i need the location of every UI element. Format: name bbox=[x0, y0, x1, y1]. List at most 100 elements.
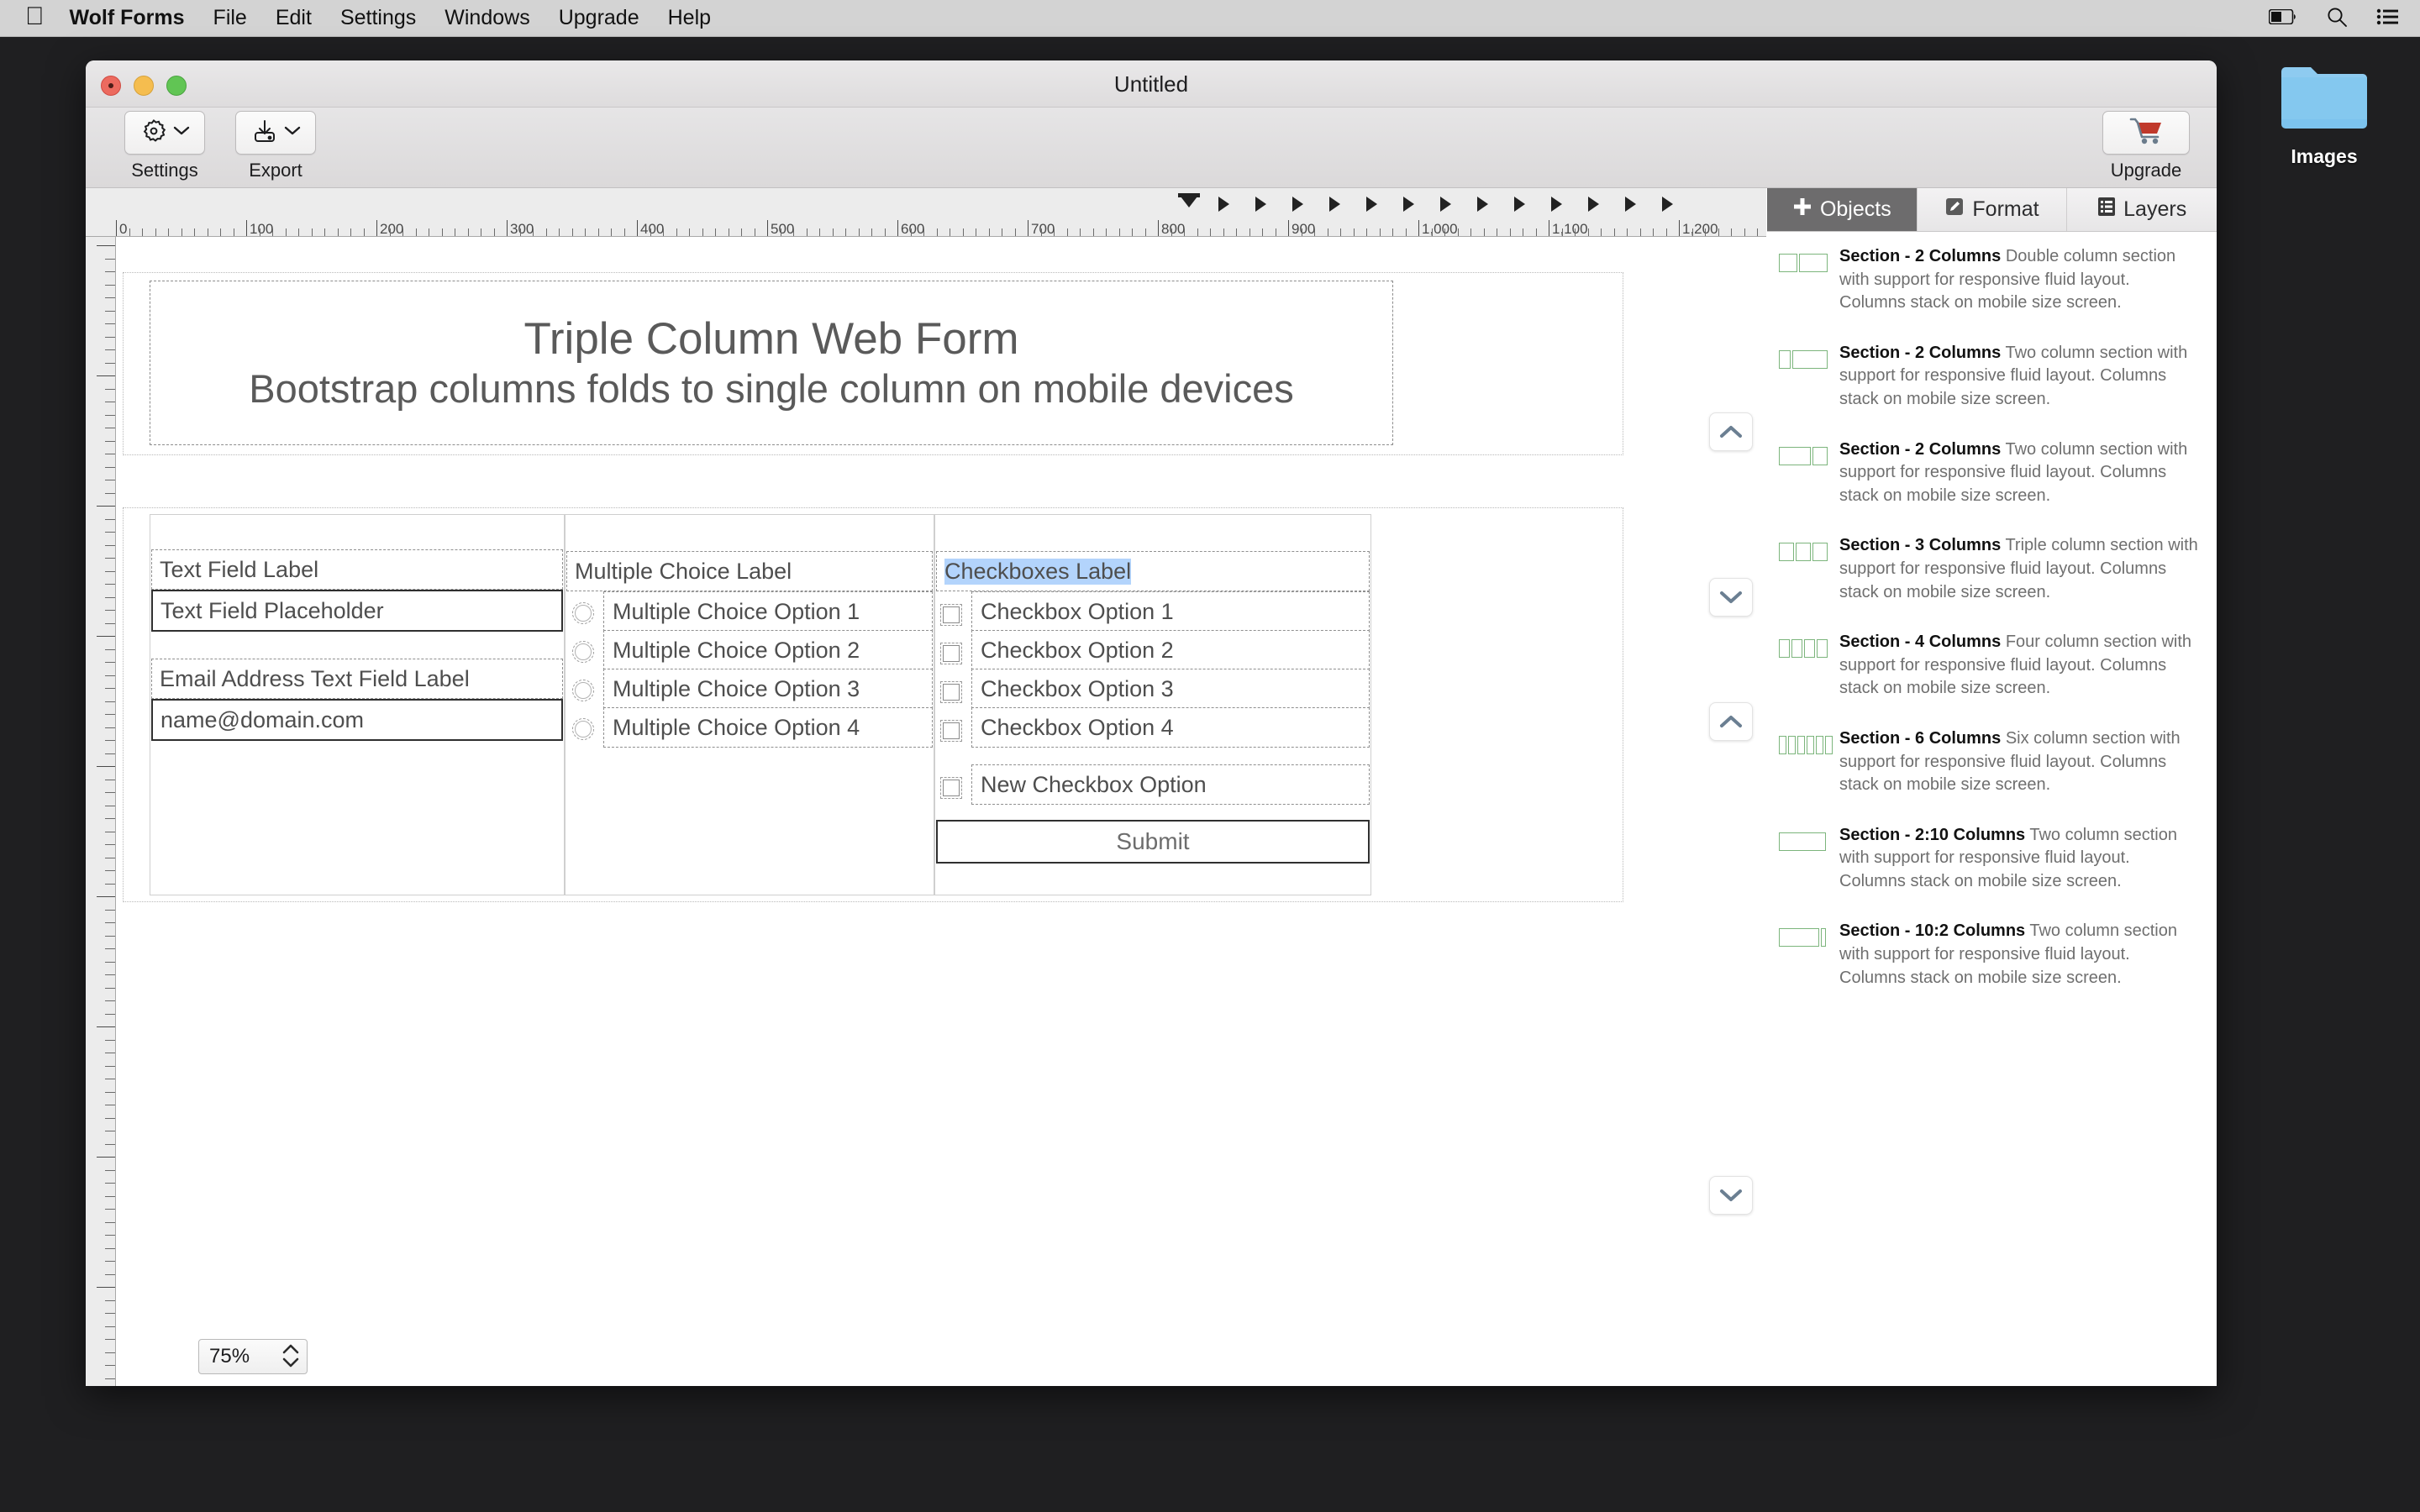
object-library-item[interactable]: Section - 3 Columns Triple column sectio… bbox=[1767, 521, 2217, 617]
battery-icon[interactable] bbox=[2268, 8, 2297, 29]
checkbox-option-3[interactable]: Checkbox Option 3 bbox=[971, 669, 1370, 709]
checkbox-option-1[interactable]: Checkbox Option 1 bbox=[971, 591, 1370, 632]
multiple-choice-group-label[interactable]: Multiple Choice Label bbox=[566, 551, 933, 591]
email-field-label[interactable]: Email Address Text Field Label bbox=[151, 659, 563, 699]
checkbox-3[interactable] bbox=[940, 681, 962, 703]
menu-item-file[interactable]: File bbox=[213, 6, 247, 30]
tab-format[interactable]: Format bbox=[1918, 188, 2068, 231]
ruler-tick-minor bbox=[1444, 228, 1445, 236]
desktop-folder-images[interactable]: Images bbox=[2249, 60, 2400, 168]
columns-section-scroll-down-button[interactable] bbox=[1709, 1176, 1753, 1215]
object-library-item[interactable]: Section - 6 Columns Six column section w… bbox=[1767, 714, 2217, 811]
object-library-item-text: Section - 4 Columns Four column section … bbox=[1839, 631, 2198, 701]
objects-library-list[interactable]: Section - 2 Columns Double column sectio… bbox=[1767, 232, 2217, 1386]
menu-item-edit[interactable]: Edit bbox=[276, 6, 312, 30]
header-section-scroll-down-button[interactable] bbox=[1709, 578, 1753, 617]
new-checkbox-option[interactable]: New Checkbox Option bbox=[971, 764, 1370, 805]
tab-stop-right-marker[interactable] bbox=[1625, 197, 1636, 212]
upgrade-button[interactable] bbox=[2102, 111, 2190, 155]
ruler-tick-minor bbox=[105, 974, 115, 975]
menu-item-wolf-forms[interactable]: Wolf Forms bbox=[70, 6, 185, 30]
column-segment bbox=[1807, 735, 1814, 754]
radio-button-1[interactable] bbox=[572, 602, 594, 624]
tab-stop-right-marker[interactable] bbox=[1662, 197, 1673, 212]
menu-item-windows[interactable]: Windows bbox=[445, 6, 529, 30]
tab-stop-right-marker[interactable] bbox=[1366, 197, 1377, 212]
control-center-icon[interactable] bbox=[2376, 8, 2400, 29]
radio-button-3[interactable] bbox=[572, 680, 594, 701]
tab-layers[interactable]: Layers bbox=[2067, 188, 2217, 231]
text-field-label[interactable]: Text Field Label bbox=[151, 549, 563, 590]
export-button[interactable] bbox=[235, 111, 316, 155]
chevron-down-icon[interactable] bbox=[284, 125, 301, 140]
multiple-choice-option-1[interactable]: Multiple Choice Option 1 bbox=[603, 591, 933, 632]
multiple-choice-option-2[interactable]: Multiple Choice Option 2 bbox=[603, 630, 933, 670]
ruler-tick-minor bbox=[1040, 228, 1042, 236]
apple-icon[interactable]:  bbox=[25, 3, 45, 29]
ruler-tick-major bbox=[97, 636, 115, 637]
header-section-scroll-up-button[interactable] bbox=[1709, 412, 1753, 451]
radio-button-2[interactable] bbox=[572, 641, 594, 663]
object-library-item[interactable]: Section - 10:2 Columns Two column sectio… bbox=[1767, 906, 2217, 1003]
object-library-item[interactable]: Section - 2:10 Columns Two column sectio… bbox=[1767, 811, 2217, 907]
column-segment bbox=[1779, 349, 1791, 369]
search-icon[interactable] bbox=[2326, 6, 2348, 32]
email-field-input[interactable]: name@domain.com bbox=[151, 699, 563, 741]
column-segment bbox=[1817, 639, 1828, 659]
tab-objects[interactable]: Objects bbox=[1767, 188, 1918, 231]
radio-button-4[interactable] bbox=[572, 718, 594, 740]
multiple-choice-option-3[interactable]: Multiple Choice Option 3 bbox=[603, 669, 933, 709]
tab-stop-right-marker[interactable] bbox=[1440, 197, 1451, 212]
stepper-arrows[interactable] bbox=[281, 1343, 300, 1368]
columns-section-scroll-up-button[interactable] bbox=[1709, 702, 1753, 741]
submit-button[interactable]: Submit bbox=[936, 820, 1370, 864]
tab-marker-strip[interactable] bbox=[86, 188, 1766, 215]
checkboxes-group-label[interactable]: Checkboxes Label bbox=[936, 551, 1370, 591]
ruler-tick-minor bbox=[571, 228, 573, 236]
menu-item-settings[interactable]: Settings bbox=[340, 6, 416, 30]
menu-item-help[interactable]: Help bbox=[668, 6, 711, 30]
checkbox-4[interactable] bbox=[940, 720, 962, 742]
ruler-tick-minor bbox=[105, 922, 115, 923]
text-field-input[interactable]: Text Field Placeholder bbox=[151, 590, 563, 632]
checkbox-5[interactable] bbox=[940, 777, 962, 799]
tab-stop-right-marker[interactable] bbox=[1292, 197, 1303, 212]
tab-stop-right-marker[interactable] bbox=[1514, 197, 1525, 212]
menu-item-upgrade[interactable]: Upgrade bbox=[559, 6, 639, 30]
ruler-tick-minor bbox=[415, 228, 417, 236]
ruler-tick-minor bbox=[650, 228, 651, 236]
tab-stop-right-marker[interactable] bbox=[1329, 197, 1340, 212]
object-library-item[interactable]: Section - 2 Columns Two column section w… bbox=[1767, 328, 2217, 425]
canvas-scroll-area[interactable]: Triple Column Web Form Bootstrap columns… bbox=[116, 237, 1766, 1386]
tab-stop-right-marker[interactable] bbox=[1588, 197, 1599, 212]
form-page[interactable]: Triple Column Web Form Bootstrap columns… bbox=[116, 237, 1766, 1386]
settings-button[interactable] bbox=[124, 111, 205, 155]
checkbox-option-2[interactable]: Checkbox Option 2 bbox=[971, 630, 1370, 670]
checkbox-2[interactable] bbox=[940, 643, 962, 664]
tab-stop-right-marker[interactable] bbox=[1477, 197, 1488, 212]
multiple-choice-option-4[interactable]: Multiple Choice Option 4 bbox=[603, 707, 933, 748]
vertical-ruler[interactable]: 100 200 300 400 500 600 700 800 bbox=[86, 237, 116, 1386]
ruler-tick-minor bbox=[1080, 228, 1081, 236]
zoom-level-stepper[interactable]: 75% bbox=[198, 1339, 308, 1374]
form-header-block[interactable]: Triple Column Web Form Bootstrap columns… bbox=[150, 281, 1393, 445]
ruler-tick-minor bbox=[168, 228, 169, 236]
ruler-tick-minor bbox=[105, 271, 115, 272]
tab-stop-right-marker[interactable] bbox=[1255, 197, 1266, 212]
chevron-down-icon[interactable] bbox=[173, 125, 190, 140]
object-library-item[interactable]: Section - 2 Columns Double column sectio… bbox=[1767, 232, 2217, 328]
ruler-tick-minor bbox=[1132, 228, 1133, 236]
tab-stop-down-marker[interactable] bbox=[1181, 197, 1197, 207]
ruler-tick-minor bbox=[806, 228, 808, 236]
ruler-tick-minor bbox=[1144, 228, 1146, 236]
object-library-item[interactable]: Section - 2 Columns Two column section w… bbox=[1767, 425, 2217, 522]
tab-stop-right-marker[interactable] bbox=[1403, 197, 1414, 212]
checkbox-option-4[interactable]: Checkbox Option 4 bbox=[971, 707, 1370, 748]
chevron-down-icon bbox=[1720, 591, 1742, 603]
horizontal-ruler[interactable]: 0 100 200 300 400 500 600 700 800 900 1,000 1,100 1,… bbox=[86, 188, 1766, 237]
checkbox-1[interactable] bbox=[940, 604, 962, 626]
object-library-item[interactable]: Section - 4 Columns Four column section … bbox=[1767, 617, 2217, 714]
tab-stop-right-marker[interactable] bbox=[1218, 197, 1229, 212]
tab-stop-right-marker[interactable] bbox=[1551, 197, 1562, 212]
column-segment bbox=[1779, 832, 1826, 851]
